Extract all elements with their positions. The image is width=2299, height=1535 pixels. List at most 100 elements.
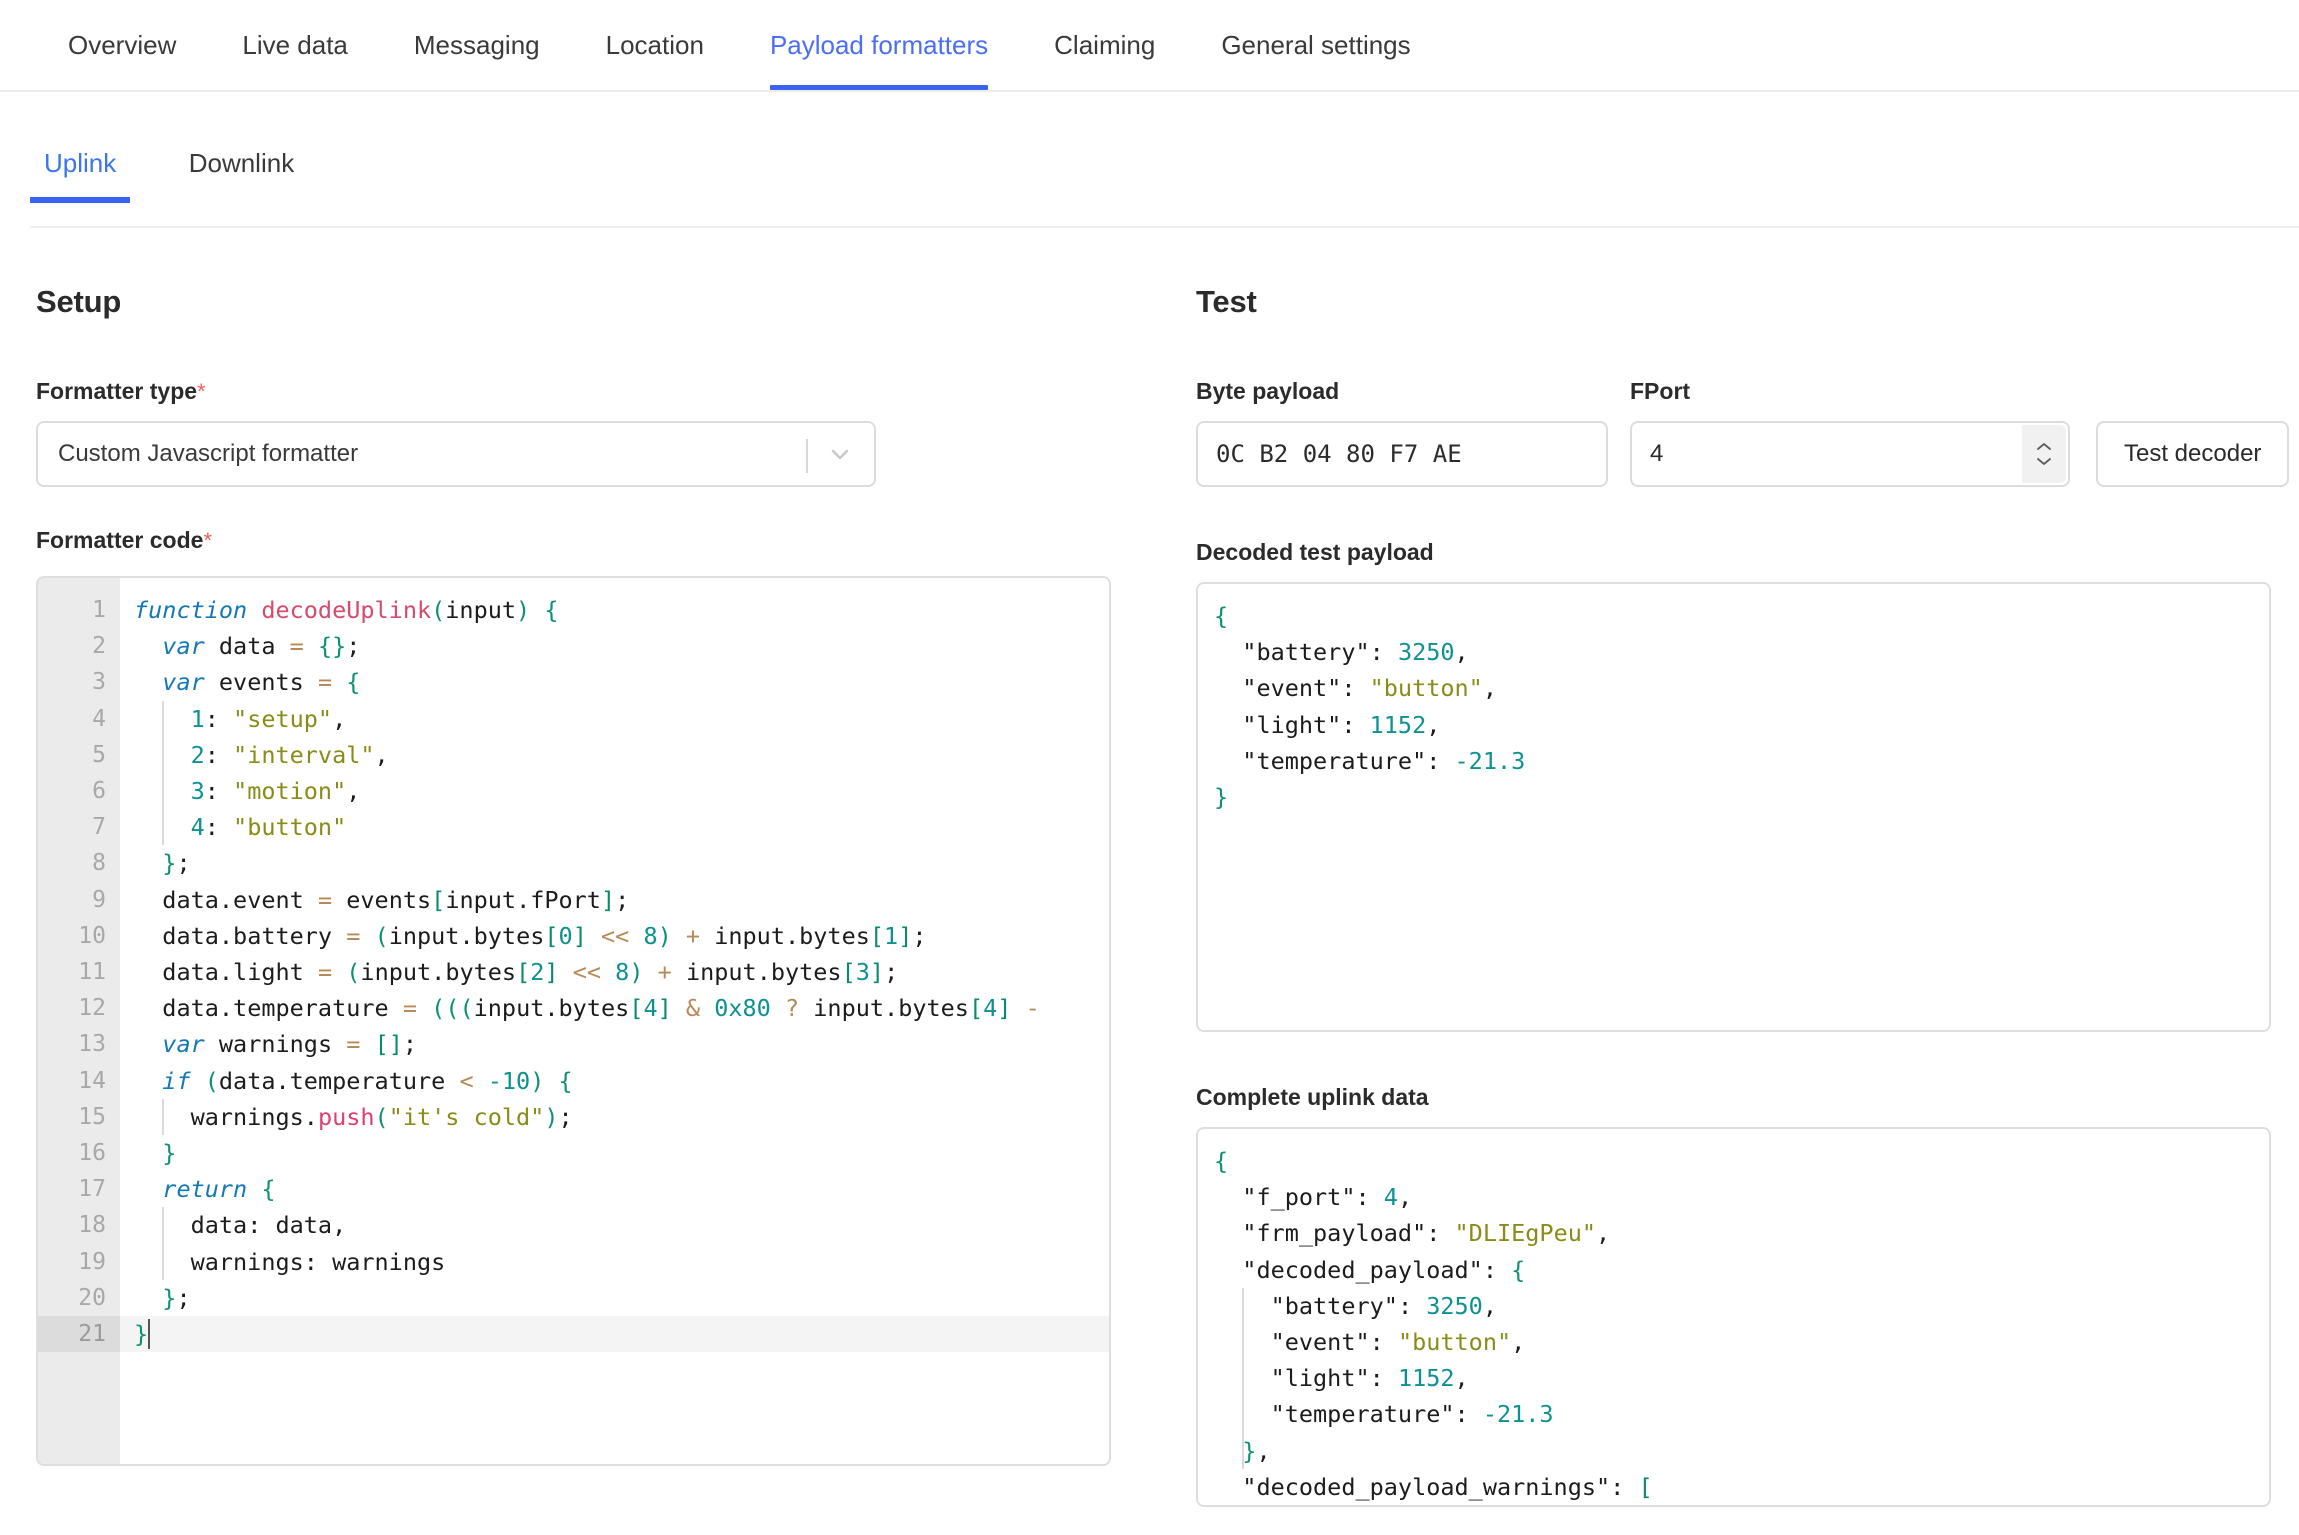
output-line: "frm_payload": "DLIEgPeu",	[1242, 1219, 1611, 1248]
required-asterisk-2: *	[203, 528, 212, 553]
line-number: 1	[92, 597, 106, 623]
test-input-row: Byte payload 0C B2 04 80 F7 AE FPort 4 T…	[1196, 378, 2296, 487]
formatter-type-label: Formatter type*	[36, 378, 1136, 405]
code-line[interactable]: }	[120, 1316, 1109, 1353]
code-line[interactable]: 2: "interval",	[120, 737, 1109, 773]
code-line[interactable]: var warnings = [];	[120, 1026, 1109, 1062]
output-line: "temperature": -21.3	[1242, 746, 1526, 775]
editor-code-area[interactable]: function decodeUplink(input) { var data …	[120, 578, 1109, 1464]
output-line: "light": 1152,	[1242, 710, 1441, 739]
line-number: 13	[78, 1031, 106, 1058]
indent-guide	[162, 1207, 165, 1280]
code-line[interactable]: }	[120, 1135, 1109, 1171]
tab-downlink[interactable]: Downlink	[175, 148, 309, 203]
nav-item-general-settings[interactable]: General settings	[1215, 0, 1416, 91]
spinner-down-icon	[2037, 458, 2051, 465]
code-line[interactable]: function decodeUplink(input) {	[120, 592, 1109, 628]
line-number: 16	[78, 1140, 106, 1167]
tab-uplink[interactable]: Uplink	[30, 148, 131, 203]
code-line[interactable]: var data = {};	[120, 628, 1109, 664]
indent-guide	[1242, 1505, 1244, 1507]
line-number: 17	[78, 1176, 106, 1203]
output-line: "decoded_payload_warnings": [	[1242, 1472, 1653, 1501]
line-number: 11	[78, 959, 106, 986]
nav-item-live-data[interactable]: Live data	[236, 0, 354, 91]
line-number: 21	[38, 1316, 120, 1353]
fport-value: 4	[1650, 440, 1664, 467]
code-line[interactable]: return {	[120, 1171, 1109, 1207]
line-number: 8	[92, 850, 106, 877]
indent-guide	[1242, 1287, 1245, 1469]
test-column: Test Byte payload 0C B2 04 80 F7 AE FPor…	[1196, 284, 2296, 1507]
editor-line-numbers: 1 2 3 4 5 6 7 8 9 10 11 12 13 14 15 16 17 18 19 20 21	[38, 578, 120, 1464]
nav-item-claiming[interactable]: Claiming	[1048, 0, 1161, 91]
line-number: 6	[92, 778, 106, 805]
nav-item-payload-formatters[interactable]: Payload formatters	[764, 0, 994, 91]
code-line[interactable]: var events = {	[120, 664, 1109, 700]
byte-payload-input[interactable]: 0C B2 04 80 F7 AE	[1196, 421, 1608, 487]
line-number: 12	[78, 995, 106, 1022]
chevron-down-icon[interactable]	[828, 442, 852, 466]
formatter-code-label: Formatter code*	[36, 527, 1136, 554]
code-line[interactable]: 4: "button"	[120, 809, 1109, 845]
output-line: "light": 1152,	[1270, 1364, 1469, 1393]
output-line: "event": "button",	[1270, 1328, 1526, 1357]
fport-group: FPort 4	[1630, 378, 2070, 487]
output-line: },	[1242, 1436, 1271, 1465]
formatter-direction-tabs: Uplink Downlink	[0, 148, 2299, 228]
line-number: 2	[92, 633, 106, 660]
byte-payload-label: Byte payload	[1196, 378, 1340, 404]
line-number: 3	[92, 669, 106, 696]
fport-input[interactable]: 4	[1630, 421, 2070, 487]
output-line: "it's cold"	[1214, 1505, 2269, 1507]
code-line[interactable]: warnings.push("it's cold");	[120, 1099, 1109, 1135]
line-number: 14	[78, 1067, 106, 1094]
formatter-type-label-text: Formatter type	[36, 378, 198, 404]
output-line: "event": "button",	[1242, 674, 1497, 703]
code-line[interactable]: warnings: warnings	[120, 1244, 1109, 1280]
code-line[interactable]: 1: "setup",	[120, 701, 1109, 737]
code-line[interactable]: data.event = events[input.fPort];	[120, 882, 1109, 918]
indent-guide	[162, 1098, 165, 1135]
code-line[interactable]: };	[120, 845, 1109, 881]
formatter-type-select[interactable]: Custom Javascript formatter	[36, 421, 876, 487]
code-line[interactable]: if (data.temperature < -10) {	[120, 1063, 1109, 1099]
test-heading: Test	[1196, 284, 1257, 319]
primary-navigation: Overview Live data Messaging Location Pa…	[0, 0, 2299, 92]
test-decoder-button[interactable]: Test decoder	[2096, 421, 2290, 487]
formatter-code-label-text: Formatter code	[36, 527, 204, 553]
nav-item-overview[interactable]: Overview	[62, 0, 182, 91]
formatter-code-editor[interactable]: 1 2 3 4 5 6 7 8 9 10 11 12 13 14 15 16 17 18 19 20 21 functi…	[36, 576, 1111, 1466]
code-line[interactable]: data.battery = (input.bytes[0] << 8) + i…	[120, 918, 1109, 954]
line-number: 15	[78, 1103, 106, 1130]
output-line: {	[1214, 602, 1229, 630]
code-line[interactable]: data: data,	[120, 1207, 1109, 1243]
code-line[interactable]: 3: "motion",	[120, 773, 1109, 809]
nav-item-location[interactable]: Location	[600, 0, 710, 91]
complete-uplink-data-output: { "f_port": 4, "frm_payload": "DLIEgPeu"…	[1196, 1127, 2271, 1507]
line-number: 9	[92, 886, 106, 913]
code-line[interactable]: data.temperature = (((input.bytes[4] & 0…	[120, 990, 1109, 1026]
fport-stepper[interactable]	[2022, 425, 2066, 483]
output-line: "f_port": 4,	[1242, 1183, 1413, 1212]
setup-heading: Setup	[36, 284, 122, 319]
output-line: }	[1214, 783, 1229, 812]
code-line[interactable]: data.light = (input.bytes[2] << 8) + inp…	[120, 954, 1109, 990]
byte-payload-value: 0C B2 04 80 F7 AE	[1216, 440, 1462, 468]
output-line: "decoded_payload": {	[1242, 1255, 1526, 1284]
decoded-test-payload-output: { "battery": 3250, "event": "button", "l…	[1196, 582, 2271, 1032]
line-number: 10	[78, 922, 106, 949]
select-separator	[806, 439, 808, 473]
output-line: {	[1214, 1147, 1229, 1175]
complete-uplink-data-label: Complete uplink data	[1196, 1084, 1429, 1110]
setup-column: Setup Formatter type* Custom Javascript …	[36, 284, 1136, 1507]
output-line: "battery": 3250,	[1242, 638, 1469, 667]
fport-label: FPort	[1630, 378, 1691, 404]
code-line[interactable]: };	[120, 1280, 1109, 1316]
decoded-test-payload-label: Decoded test payload	[1196, 539, 1434, 565]
nav-item-messaging[interactable]: Messaging	[408, 0, 546, 91]
content-columns: Setup Formatter type* Custom Javascript …	[0, 284, 2299, 1507]
spinner-up-icon	[2037, 443, 2051, 450]
output-line: "temperature": -21.3	[1270, 1400, 1554, 1429]
line-number: 5	[92, 741, 106, 768]
